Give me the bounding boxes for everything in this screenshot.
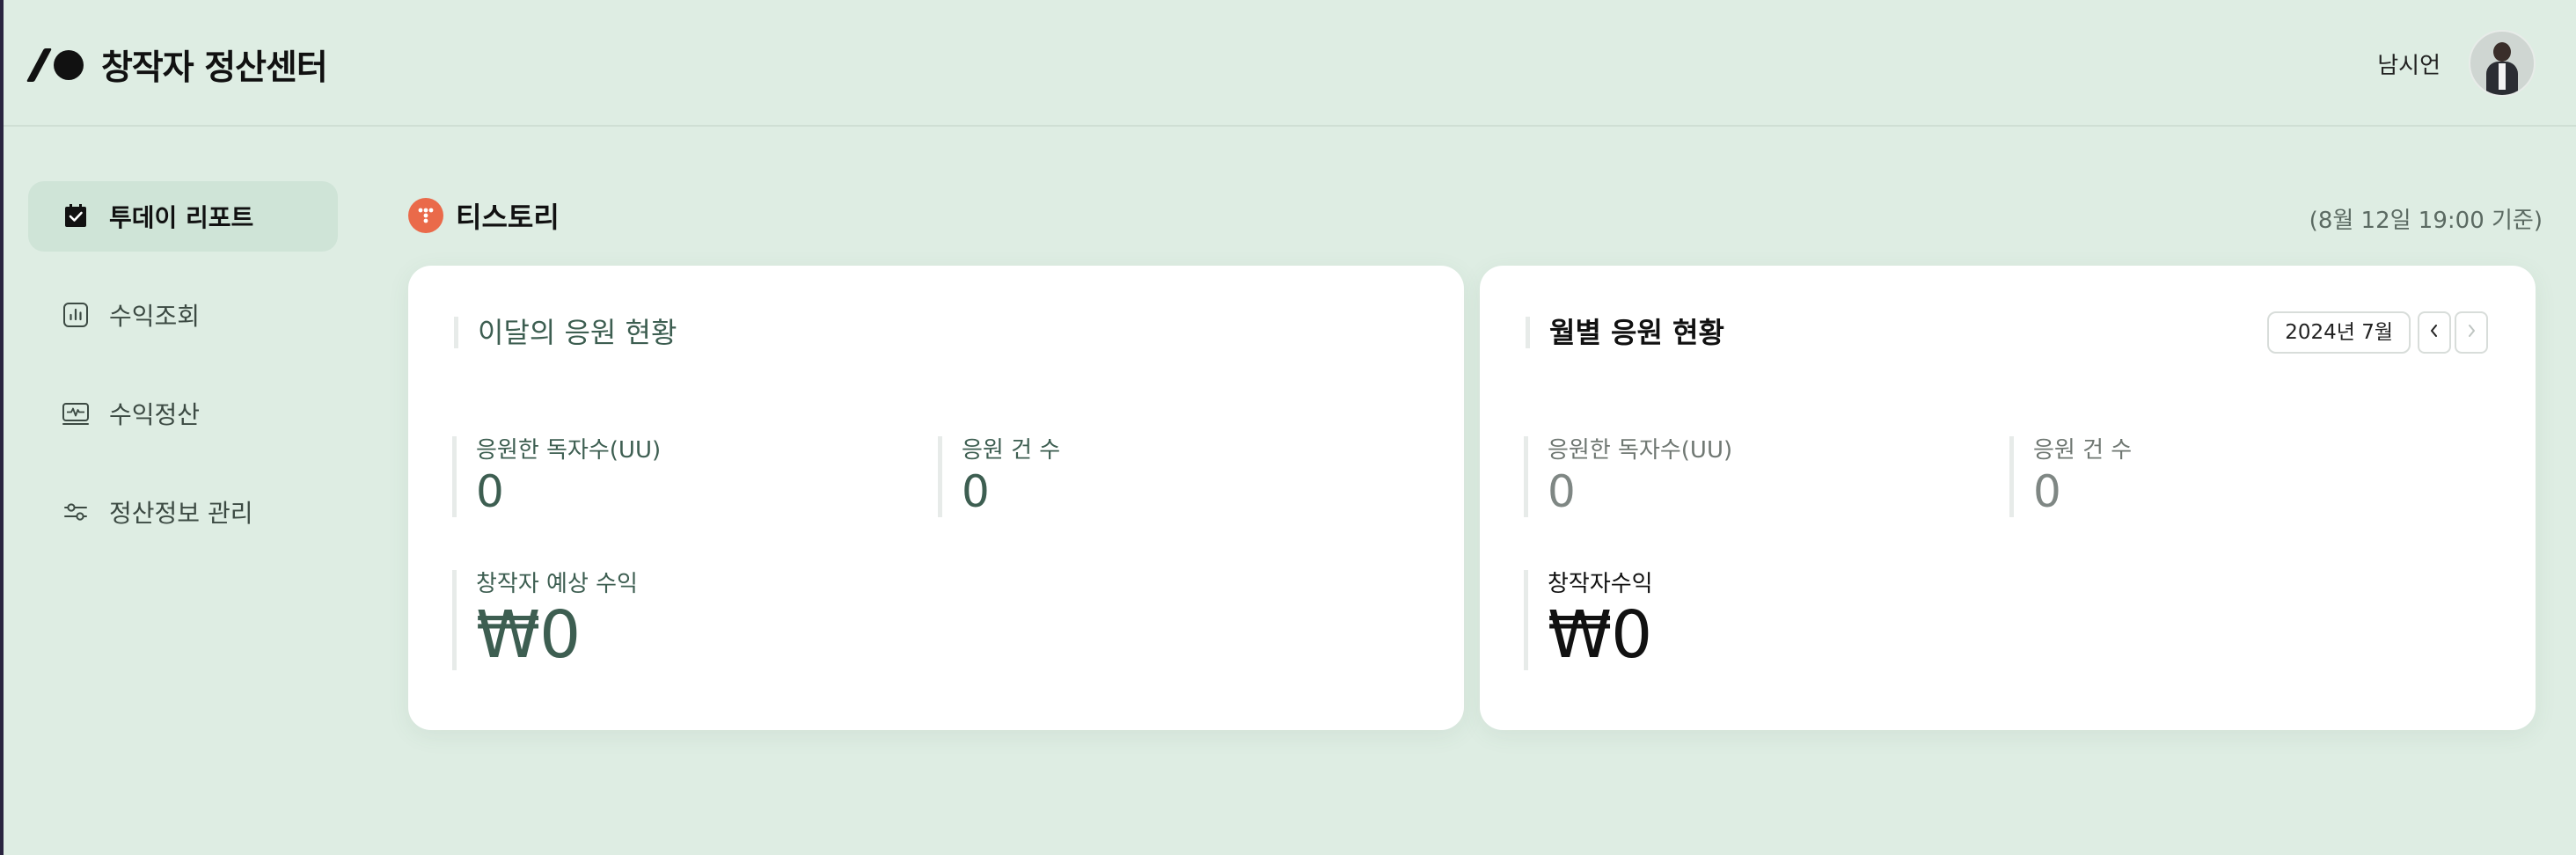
readers-value: 0 [1548,466,1576,517]
card-title: 월별 응원 현황 [1526,317,1724,348]
sidebar-item-label: 수익조회 [109,302,201,331]
blog-name: 티스토리 [456,201,560,234]
creator-earnings-stat: 창작자수익 ₩0 [1524,570,1653,670]
avatar[interactable] [2469,30,2536,97]
next-month-button[interactable] [2455,311,2488,354]
sidebar-item-label: 수익정산 [109,400,201,429]
chevron-left-icon [2428,323,2441,342]
readers-stat: 응원한 독자수(UU) 0 [452,436,661,517]
support-count-label: 응원 건 수 [962,437,1061,464]
support-count-stat: 응원 건 수 0 [2009,436,2132,517]
app-logo[interactable]: 창작자 정산센터 [26,40,328,90]
support-count-label: 응원 건 수 [2033,437,2133,464]
sidebar-item-settlement-info[interactable]: 정산정보 관리 [28,477,338,547]
timestamp: (8월 12일 19:00 기준) [2309,208,2543,234]
support-count-value: 0 [2033,466,2061,517]
readers-label: 응원한 독자수(UU) [476,437,662,464]
logo-mark-icon [26,48,84,82]
expected-earnings-stat: 창작자 예상 수익 ₩0 [452,570,638,670]
sidebar-item-revenue-lookup[interactable]: 수익조회 [28,280,338,350]
prev-month-button[interactable] [2418,311,2451,354]
chevron-right-icon [2465,323,2477,342]
waveform-card-icon [62,399,90,428]
support-count-stat: 응원 건 수 0 [938,436,1060,517]
creator-earnings-value: ₩0 [1548,597,1652,673]
blog-header: 티스토리 [408,195,560,236]
user-menu[interactable]: 남시언 [2377,30,2536,97]
window-edge [0,0,4,855]
sidebar-item-label: 투데이 리포트 [109,203,254,232]
app-title: 창작자 정산센터 [101,48,328,88]
readers-label: 응원한 독자수(UU) [1548,437,1733,464]
creator-earnings-label: 창작자수익 [1548,571,1653,597]
sliders-icon [62,498,90,526]
expected-earnings-label: 창작자 예상 수익 [476,571,638,597]
sidebar-item-today-report[interactable]: 투데이 리포트 [28,181,338,252]
user-name: 남시언 [2377,52,2441,79]
top-header: 창작자 정산센터 남시언 [4,0,2576,127]
month-controls: 2024년 7월 [2267,311,2488,354]
support-count-value: 0 [962,466,990,517]
sidebar: 투데이 리포트 수익조회 수익정산 정산정보 관리 [28,181,338,575]
readers-stat: 응원한 독자수(UU) 0 [1524,436,1732,517]
monthly-history-card: 월별 응원 현황 2024년 7월 응원한 독자수(UU) 0 응원 건 수 0… [1480,266,2536,730]
bar-chart-icon [62,301,90,329]
card-title: 이달의 응원 현황 [454,317,677,348]
expected-earnings-value: ₩0 [476,597,581,673]
tistory-icon [408,198,443,233]
month-selector[interactable]: 2024년 7월 [2267,311,2411,354]
sidebar-item-label: 정산정보 관리 [109,499,253,528]
calendar-check-icon [62,202,90,230]
sidebar-item-revenue-settlement[interactable]: 수익정산 [28,378,338,449]
monthly-support-card: 이달의 응원 현황 응원한 독자수(UU) 0 응원 건 수 0 창작자 예상 … [408,266,1464,730]
readers-value: 0 [476,466,504,517]
